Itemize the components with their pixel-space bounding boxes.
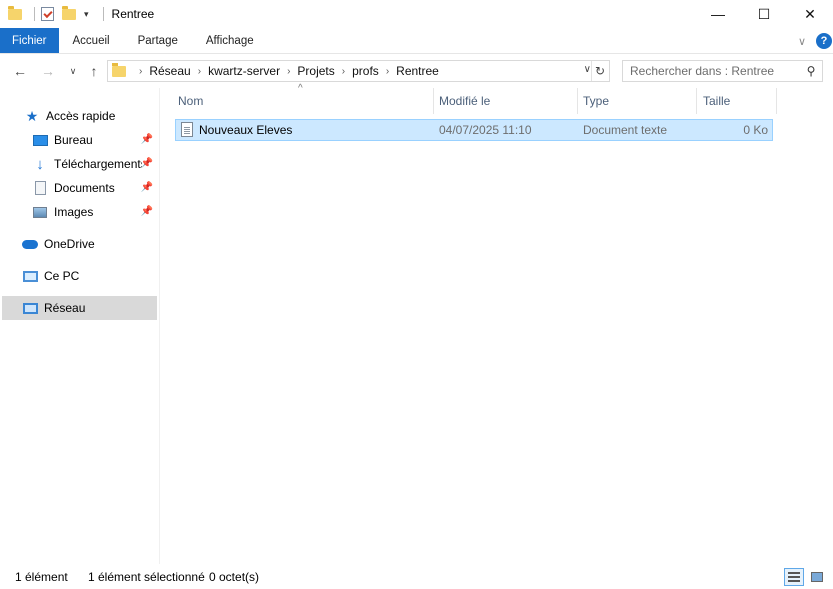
breadcrumb-chevron-icon[interactable]: › bbox=[386, 66, 389, 77]
tab-fichier[interactable]: Fichier bbox=[0, 28, 59, 53]
title-bar: ▾ Rentree — ☐ ✕ bbox=[0, 0, 833, 28]
ribbon-tabs: Fichier Accueil Partage Affichage ∨ ? bbox=[0, 28, 833, 54]
column-divider[interactable] bbox=[577, 88, 578, 114]
status-bar: 1 élément 1 élément sélectionné 0 octet(… bbox=[0, 564, 833, 589]
breadcrumb-projets[interactable]: Projets bbox=[297, 64, 334, 78]
breadcrumb-kwartz-server[interactable]: kwartz-server bbox=[208, 64, 280, 78]
recent-locations-chevron-icon[interactable]: ∨ bbox=[62, 60, 84, 82]
download-icon: ↓ bbox=[36, 155, 44, 173]
details-view-button[interactable] bbox=[784, 568, 804, 586]
forward-arrow-icon[interactable]: → bbox=[37, 60, 59, 82]
sidebar-item-telechargements[interactable]: ↓ Téléchargements 📌 bbox=[32, 152, 157, 176]
column-divider[interactable] bbox=[776, 88, 777, 114]
search-icon[interactable]: ⚲ bbox=[800, 64, 822, 78]
address-history-chevron-icon[interactable]: ∨ bbox=[584, 64, 591, 75]
tab-accueil[interactable]: Accueil bbox=[59, 28, 124, 53]
file-size: 0 Ko bbox=[743, 123, 768, 137]
sidebar-item-label: Images bbox=[54, 205, 94, 219]
documents-icon bbox=[32, 180, 48, 196]
refresh-icon[interactable]: ↻ bbox=[591, 61, 608, 81]
column-divider[interactable] bbox=[696, 88, 697, 114]
ribbon-right-controls: ∨ ? bbox=[798, 28, 833, 54]
sidebar-item-onedrive[interactable]: OneDrive bbox=[22, 232, 157, 256]
sidebar-item-acces-rapide[interactable]: ★ Accès rapide bbox=[24, 104, 157, 128]
tab-partage[interactable]: Partage bbox=[124, 28, 192, 53]
close-button[interactable]: ✕ bbox=[787, 0, 833, 28]
new-folder-icon[interactable] bbox=[62, 5, 76, 20]
pin-icon[interactable]: 📌 bbox=[141, 206, 153, 217]
column-header-type[interactable]: Type bbox=[583, 88, 609, 114]
breadcrumb-chevron-icon[interactable]: › bbox=[198, 66, 201, 77]
pin-icon[interactable]: 📌 bbox=[141, 134, 153, 145]
location-folder-icon bbox=[112, 62, 126, 77]
sidebar-item-label: OneDrive bbox=[44, 237, 95, 251]
sidebar-item-label: Réseau bbox=[44, 301, 86, 315]
window-title: Rentree bbox=[111, 7, 155, 21]
breadcrumb-rentree[interactable]: Rentree bbox=[396, 64, 439, 78]
tab-affichage[interactable]: Affichage bbox=[192, 28, 268, 53]
cloud-icon bbox=[22, 236, 38, 252]
text-file-icon bbox=[181, 122, 193, 137]
sidebar-item-reseau[interactable]: Réseau bbox=[2, 296, 157, 320]
quick-access-toolbar: ▾ bbox=[0, 0, 110, 28]
navigation-bar: ← → ∨ ↑ › Réseau › kwartz-server › Proje… bbox=[0, 54, 833, 88]
file-row[interactable]: Nouveaux Eleves 04/07/2025 11:10 Documen… bbox=[175, 119, 773, 141]
sidebar-item-bureau[interactable]: Bureau 📌 bbox=[32, 128, 157, 152]
sidebar-item-label: Bureau bbox=[54, 133, 93, 147]
sidebar-item-label: Téléchargements bbox=[54, 157, 142, 171]
selection-size: 0 octet(s) bbox=[209, 569, 260, 584]
desktop-icon bbox=[32, 132, 48, 148]
computer-icon bbox=[22, 268, 38, 284]
window-controls: — ☐ ✕ bbox=[695, 0, 833, 28]
column-header-taille[interactable]: Taille bbox=[703, 88, 730, 114]
view-switcher bbox=[781, 568, 827, 586]
properties-icon[interactable] bbox=[41, 7, 54, 21]
help-icon[interactable]: ? bbox=[816, 33, 832, 49]
column-header-nom[interactable]: Nom bbox=[178, 88, 203, 114]
sidebar-item-documents[interactable]: Documents 📌 bbox=[32, 176, 157, 200]
expand-ribbon-chevron-icon[interactable]: ∨ bbox=[798, 35, 806, 48]
file-modified: 04/07/2025 11:10 bbox=[439, 123, 532, 137]
back-arrow-icon[interactable]: ← bbox=[9, 60, 31, 82]
toolbar-divider bbox=[34, 7, 35, 21]
address-bar[interactable]: › Réseau › kwartz-server › Projets › pro… bbox=[107, 60, 610, 82]
details-view-icon bbox=[788, 572, 800, 582]
customize-toolbar-chevron-icon[interactable]: ▾ bbox=[84, 9, 89, 20]
sidebar-item-images[interactable]: Images 📌 bbox=[32, 200, 157, 224]
sidebar-item-label: Documents bbox=[54, 181, 115, 195]
minimize-button[interactable]: — bbox=[695, 0, 741, 28]
star-icon: ★ bbox=[25, 107, 39, 124]
file-list: ^ Nom Modifié le Type Taille Nouveaux El… bbox=[160, 83, 833, 564]
file-type: Document texte bbox=[583, 123, 668, 137]
pictures-icon bbox=[32, 204, 48, 220]
search-input[interactable] bbox=[623, 64, 800, 78]
breadcrumb-chevron-icon[interactable]: › bbox=[287, 66, 290, 77]
navigation-pane: ★ Accès rapide Bureau 📌 ↓ Téléchargement… bbox=[0, 88, 160, 564]
file-name: Nouveaux Eleves bbox=[199, 123, 293, 137]
sidebar-item-label: Accès rapide bbox=[46, 109, 116, 123]
pin-icon[interactable]: 📌 bbox=[141, 158, 153, 169]
network-icon bbox=[22, 300, 38, 316]
search-box: ⚲ bbox=[622, 60, 823, 82]
breadcrumb-chevron-icon[interactable]: › bbox=[342, 66, 345, 77]
folder-icon bbox=[8, 5, 22, 20]
item-count: 1 élément bbox=[15, 569, 68, 584]
sort-ascending-icon: ^ bbox=[298, 83, 303, 94]
selection-count: 1 élément sélectionné bbox=[88, 569, 205, 584]
breadcrumb-profs[interactable]: profs bbox=[352, 64, 379, 78]
up-arrow-icon[interactable]: ↑ bbox=[83, 60, 105, 82]
toolbar-divider bbox=[102, 7, 104, 21]
pin-icon[interactable]: 📌 bbox=[141, 182, 153, 193]
column-divider[interactable] bbox=[433, 88, 434, 114]
column-header-modifie-le[interactable]: Modifié le bbox=[439, 88, 490, 114]
maximize-button[interactable]: ☐ bbox=[741, 0, 787, 28]
large-icons-view-icon bbox=[811, 572, 823, 582]
sidebar-item-label: Ce PC bbox=[44, 269, 80, 283]
large-icons-view-button[interactable] bbox=[807, 568, 827, 586]
breadcrumb-reseau[interactable]: Réseau bbox=[149, 64, 190, 78]
sidebar-item-ce-pc[interactable]: Ce PC bbox=[22, 264, 157, 288]
breadcrumb-chevron-icon[interactable]: › bbox=[139, 66, 142, 77]
